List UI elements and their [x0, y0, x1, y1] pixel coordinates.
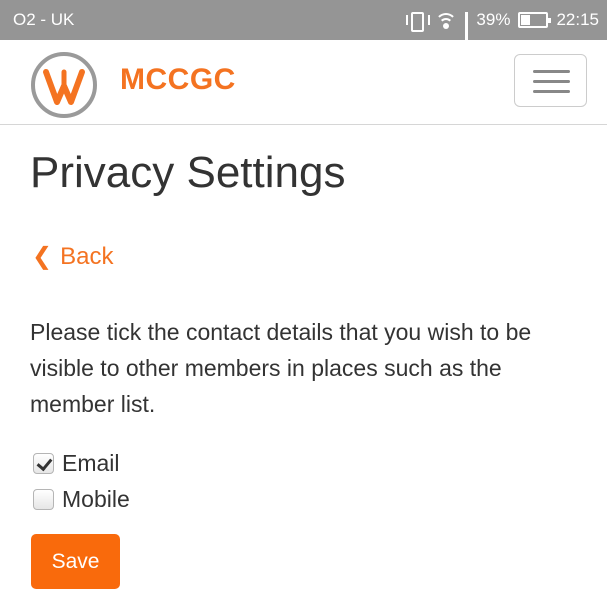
- hamburger-menu-button[interactable]: [514, 54, 587, 107]
- email-label[interactable]: Email: [62, 450, 120, 477]
- option-email[interactable]: Email: [33, 445, 130, 481]
- privacy-description: Please tick the contact details that you…: [30, 319, 532, 417]
- contact-options: Email Mobile: [33, 445, 130, 517]
- signal-icon: [465, 12, 469, 52]
- page-title: Privacy Settings: [30, 148, 346, 197]
- logo[interactable]: [31, 52, 97, 118]
- chevron-left-icon: ❮: [32, 243, 53, 270]
- back-label: Back: [60, 242, 114, 270]
- vibrate-icon: [405, 11, 431, 32]
- save-button[interactable]: Save: [31, 534, 120, 589]
- mobile-checkbox[interactable]: [33, 488, 54, 510]
- email-checkbox[interactable]: [33, 452, 54, 474]
- status-icons: 39% 22:15: [405, 10, 599, 52]
- battery-icon: [518, 12, 552, 28]
- navbar: MCCGC: [0, 40, 607, 125]
- option-mobile[interactable]: Mobile: [33, 481, 130, 517]
- hamburger-icon: [533, 70, 570, 73]
- battery-percent: 39%: [476, 10, 511, 29]
- status-bar: O2 - UK 39% 22:15: [0, 0, 607, 52]
- back-link[interactable]: ❮ Back: [32, 242, 113, 271]
- brand-name[interactable]: MCCGC: [120, 63, 236, 97]
- clock: 22:15: [556, 10, 599, 29]
- mobile-label[interactable]: Mobile: [62, 486, 130, 513]
- wifi-icon: [435, 11, 458, 29]
- logo-mark-icon: [43, 69, 85, 105]
- carrier-name: O2 - UK: [13, 10, 75, 29]
